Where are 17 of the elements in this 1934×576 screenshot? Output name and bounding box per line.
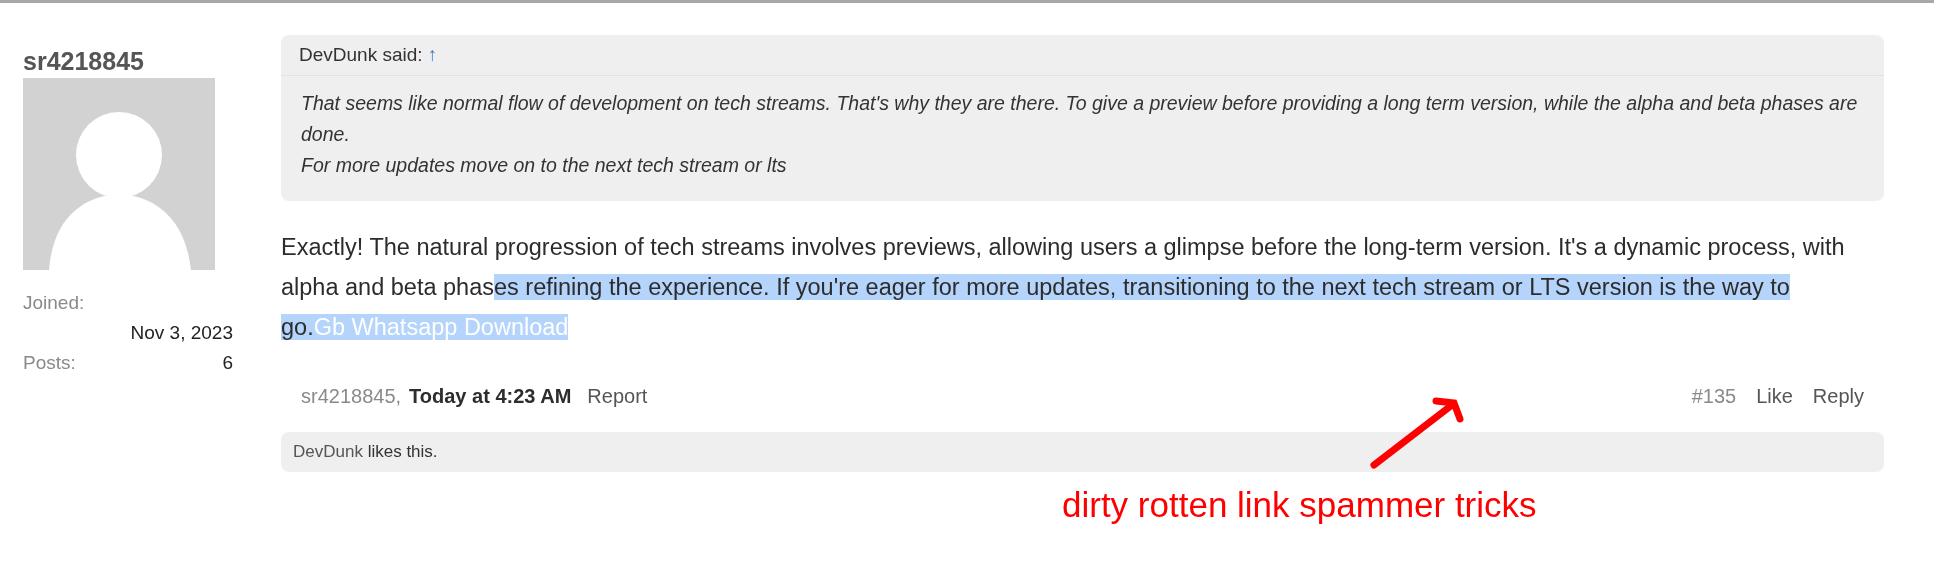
stat-value: Nov 3, 2023 (130, 322, 233, 344)
avatar-silhouette-icon (23, 78, 215, 270)
post-action-link[interactable]: Reply (1812, 385, 1864, 408)
likes-text: likes this. (367, 442, 438, 461)
quote-text: For more updates move on to the next tech stream or lts (301, 153, 788, 178)
stat-label: Joined: (23, 292, 86, 314)
stat-label: Posts: (23, 352, 76, 374)
report-link[interactable]: Report (587, 385, 648, 408)
liker-link[interactable]: DevDunk (293, 442, 363, 461)
post-time[interactable]: Today at 4:23 AM (409, 385, 572, 408)
quote-author: DevDunk said: (299, 44, 423, 65)
annotation-text: dirty rotten link spammer tricks (1062, 485, 1537, 525)
quote-text: That seems like normal flow of development on tech streams. That's why they are there. To give a preview before providing a long term version, while the alpha and beta phases are done. (301, 91, 1859, 147)
post-action-link[interactable]: Like (1756, 385, 1793, 408)
username[interactable]: sr4218845 (23, 47, 233, 76)
jump-link[interactable]: ↑ (427, 44, 438, 65)
stat-value: 6 (222, 352, 233, 374)
